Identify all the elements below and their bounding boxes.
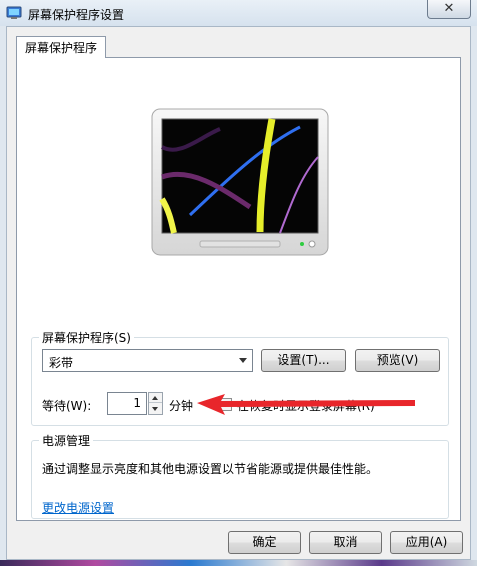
wait-unit-label: 分钟 bbox=[169, 399, 194, 413]
screensaver-select[interactable]: 彩带 bbox=[42, 349, 253, 372]
arrow-down-icon bbox=[152, 407, 158, 411]
cancel-button[interactable]: 取消 bbox=[309, 531, 382, 554]
title-bar: 屏幕保护程序设置 ✕ bbox=[0, 0, 477, 26]
wait-label: 等待(W): bbox=[42, 399, 92, 413]
spin-up-button[interactable] bbox=[149, 393, 162, 403]
tab-screensaver[interactable]: 屏幕保护程序 bbox=[16, 36, 107, 58]
power-description: 通过调整显示亮度和其他电源设置以节省能源或提供最佳性能。 bbox=[42, 462, 379, 476]
ok-button[interactable]: 确定 bbox=[228, 531, 301, 554]
desktop-background-strip bbox=[0, 560, 477, 566]
spin-down-button[interactable] bbox=[149, 404, 162, 414]
wait-minutes-input[interactable]: 1 bbox=[107, 392, 147, 415]
arrow-up-icon bbox=[152, 396, 158, 400]
tab-panel: 屏幕保护程序(S) 彩带 设置(T)... 预览(V) 等待(W): 1 分钟 … bbox=[16, 57, 461, 521]
chevron-down-icon bbox=[239, 358, 247, 363]
power-group-label: 电源管理 bbox=[39, 432, 94, 449]
red-arrow-annotation bbox=[197, 394, 415, 415]
window-title: 屏幕保护程序设置 bbox=[28, 8, 125, 22]
preview-button[interactable]: 预览(V) bbox=[355, 349, 440, 372]
apply-button[interactable]: 应用(A) bbox=[390, 531, 463, 554]
close-button[interactable]: ✕ bbox=[427, 0, 471, 19]
close-icon: ✕ bbox=[443, 1, 455, 16]
wait-minutes-spinner[interactable] bbox=[148, 392, 163, 415]
dialog-body: 屏幕保护程序 屏幕保护程序(S) 彩带 设置(T)... 预览(V) 等待(W)… bbox=[6, 26, 471, 560]
settings-button[interactable]: 设置(T)... bbox=[261, 349, 346, 372]
monitor-icon bbox=[151, 108, 329, 256]
monitor-preview bbox=[150, 107, 330, 257]
screensaver-app-icon bbox=[6, 6, 22, 19]
screensaver-select-value: 彩带 bbox=[49, 356, 74, 370]
screensaver-group-label: 屏幕保护程序(S) bbox=[39, 329, 134, 346]
change-power-settings-link[interactable]: 更改电源设置 bbox=[42, 499, 114, 516]
